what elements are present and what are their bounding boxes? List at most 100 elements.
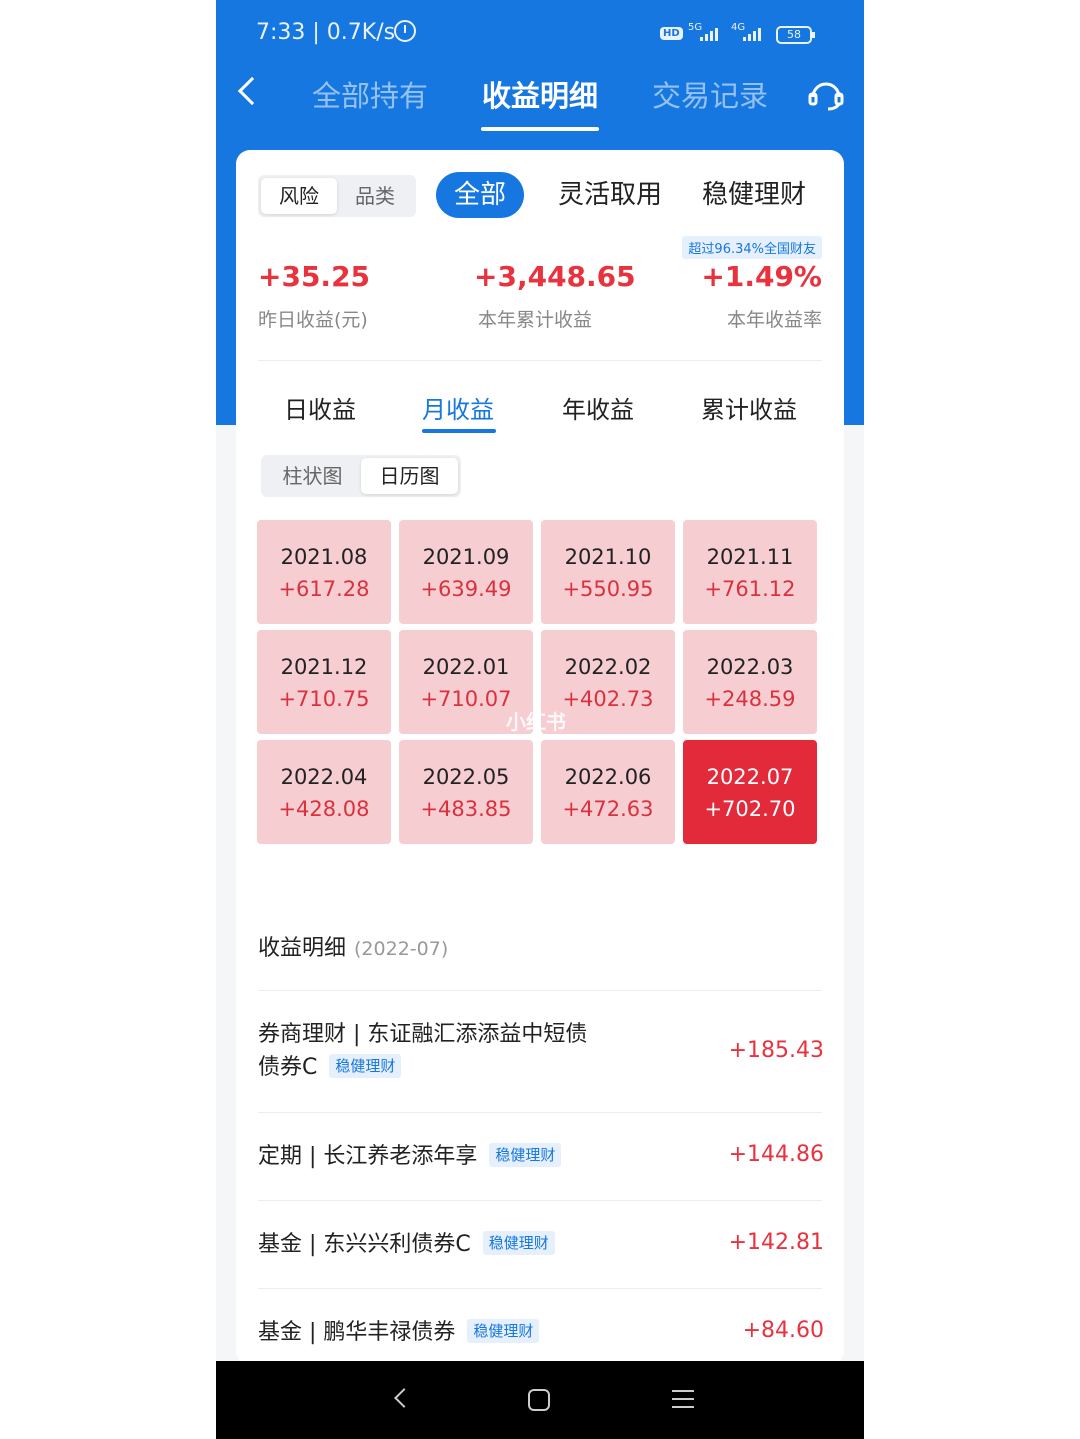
- month-label: 2022.05: [422, 765, 510, 789]
- month-label: 2021.10: [564, 545, 652, 569]
- tab-cumulative[interactable]: 累计收益: [701, 390, 797, 425]
- detail-title: 收益明细: [258, 936, 347, 961]
- hd-badge: HD: [660, 27, 683, 40]
- month-label: 2022.07: [706, 765, 794, 789]
- period-tab-indicator: [422, 429, 496, 433]
- product-tag: 稳健理财: [489, 1143, 562, 1167]
- pill-all[interactable]: 全部: [436, 172, 525, 218]
- ranking-badge: 超过96.34%全国财友: [682, 236, 822, 259]
- alarm-icon: [394, 20, 416, 42]
- month-cell[interactable]: 2021.09 +639.49: [399, 520, 533, 624]
- status-time: 7:33 | 0.7K/s: [256, 20, 396, 45]
- divider: [258, 1288, 822, 1289]
- earnings-card: 风险 品类 全部 灵活取用 稳健理财 超过96.34%全国财友 +35.25 昨…: [236, 150, 844, 1365]
- segment-category[interactable]: 品类: [337, 178, 413, 214]
- signal-5g-icon: [700, 28, 718, 41]
- filter-segment: 风险 品类: [258, 175, 416, 217]
- month-cell[interactable]: 2021.11 +761.12: [683, 520, 817, 624]
- month-cell-selected[interactable]: 2022.07 +702.70: [683, 740, 817, 844]
- monthly-earnings-grid: 2021.08 +617.28 2021.09 +639.49 2021.10 +55…: [257, 520, 821, 844]
- month-value: +761.12: [704, 577, 796, 601]
- month-value: +248.59: [704, 687, 796, 711]
- month-label: 2022.01: [422, 655, 510, 679]
- month-label: 2021.11: [706, 545, 794, 569]
- segment-risk[interactable]: 风险: [261, 178, 337, 214]
- tab-trade-records[interactable]: 交易记录: [652, 73, 768, 115]
- month-value: +702.70: [704, 797, 796, 821]
- yesterday-earnings-label: 昨日收益(元): [258, 309, 368, 331]
- earning-row-name: 基金 | 东兴兴利债券C: [258, 1232, 471, 1257]
- tab-earnings-detail[interactable]: 收益明细: [482, 73, 598, 115]
- month-label: 2022.06: [564, 765, 652, 789]
- signal-4g-icon: [743, 28, 761, 41]
- divider: [258, 360, 822, 361]
- earning-row[interactable]: 基金 | 东兴兴利债券C 稳健理财 +142.81: [258, 1228, 824, 1261]
- watermark: 小红书: [506, 710, 566, 734]
- tab-daily[interactable]: 日收益: [284, 390, 356, 425]
- ytd-earnings-label: 本年累计收益: [478, 309, 593, 331]
- nav-back-icon[interactable]: [394, 1388, 414, 1408]
- yesterday-earnings-value: +35.25: [258, 260, 371, 293]
- divider: [258, 1200, 822, 1201]
- view-calendar[interactable]: 日历图: [361, 458, 458, 494]
- month-cell[interactable]: 2022.04 +428.08: [257, 740, 391, 844]
- month-cell[interactable]: 2021.08 +617.28: [257, 520, 391, 624]
- pill-flexible[interactable]: 灵活取用: [558, 172, 662, 218]
- nav-home-icon[interactable]: [528, 1389, 550, 1411]
- month-value: +710.75: [278, 687, 370, 711]
- ytd-return-value: +1.49%: [701, 260, 822, 293]
- earning-row-name: 定期 | 长江养老添年享: [258, 1144, 478, 1169]
- month-value: +617.28: [278, 577, 370, 601]
- month-cell[interactable]: 2022.03 +248.59: [683, 630, 817, 734]
- earning-row[interactable]: 券商理财 | 东证融汇添添益中短债 债券C 稳健理财 +185.43: [258, 1018, 824, 1114]
- month-label: 2021.08: [280, 545, 368, 569]
- detail-header: 收益明细 (2022-07): [258, 930, 448, 962]
- earning-row[interactable]: 基金 | 鹏华丰禄债券 稳健理财 +84.60: [258, 1316, 824, 1349]
- view-bar-chart[interactable]: 柱状图: [264, 458, 361, 494]
- product-tag: 稳健理财: [467, 1319, 540, 1343]
- month-cell[interactable]: 2022.06 +472.63: [541, 740, 675, 844]
- month-label: 2022.02: [564, 655, 652, 679]
- customer-service-icon[interactable]: [808, 77, 844, 111]
- month-cell[interactable]: 2021.12 +710.75: [257, 630, 391, 734]
- product-tag: 稳健理财: [329, 1054, 402, 1078]
- divider: [258, 1112, 822, 1113]
- phone-screen: 7:33 | 0.7K/s HD 5G 4G 58 全部持有 收益明细 交易记录…: [216, 0, 864, 1439]
- ytd-return-label: 本年收益率: [726, 309, 822, 331]
- month-value: +483.85: [420, 797, 512, 821]
- month-value: +472.63: [562, 797, 654, 821]
- month-label: 2021.09: [422, 545, 510, 569]
- earning-row-name-line: 基金 | 鹏华丰禄债券 稳健理财: [258, 1316, 824, 1349]
- top-nav: 全部持有 收益明细 交易记录: [216, 55, 864, 135]
- month-label: 2022.03: [706, 655, 794, 679]
- divider: [258, 990, 822, 991]
- earning-row-amount: +84.60: [742, 1318, 824, 1343]
- tab-monthly[interactable]: 月收益: [422, 390, 494, 425]
- earning-row-name: 基金 | 鹏华丰禄债券: [258, 1320, 456, 1345]
- earning-row-name-cont: 债券C: [258, 1055, 318, 1080]
- earning-row-amount: +144.86: [728, 1142, 824, 1167]
- earning-row-amount: +142.81: [728, 1230, 824, 1255]
- month-value: +550.95: [562, 577, 654, 601]
- back-arrow-icon[interactable]: [237, 76, 267, 106]
- month-cell[interactable]: 2021.10 +550.95: [541, 520, 675, 624]
- view-toggle: 柱状图 日历图: [261, 455, 461, 497]
- status-bar: 7:33 | 0.7K/s HD 5G 4G 58: [216, 0, 864, 55]
- detail-date: (2022-07): [354, 938, 449, 960]
- battery-icon: 58: [776, 26, 815, 44]
- month-value: +428.08: [278, 797, 370, 821]
- tab-all-holdings[interactable]: 全部持有: [312, 73, 428, 115]
- active-tab-indicator: [481, 127, 599, 131]
- month-value: +639.49: [420, 577, 512, 601]
- tab-yearly[interactable]: 年收益: [562, 390, 634, 425]
- nav-menu-icon[interactable]: [672, 1390, 694, 1414]
- month-label: 2022.04: [280, 765, 368, 789]
- ytd-earnings-value: +3,448.65: [474, 260, 636, 293]
- month-label: 2021.12: [280, 655, 368, 679]
- month-cell[interactable]: 2022.05 +483.85: [399, 740, 533, 844]
- system-nav-bar: [216, 1361, 864, 1439]
- product-tag: 稳健理财: [482, 1231, 555, 1255]
- earning-row-amount: +185.43: [728, 1038, 824, 1063]
- earning-row[interactable]: 定期 | 长江养老添年享 稳健理财 +144.86: [258, 1140, 824, 1173]
- pill-stable[interactable]: 稳健理财: [702, 172, 806, 218]
